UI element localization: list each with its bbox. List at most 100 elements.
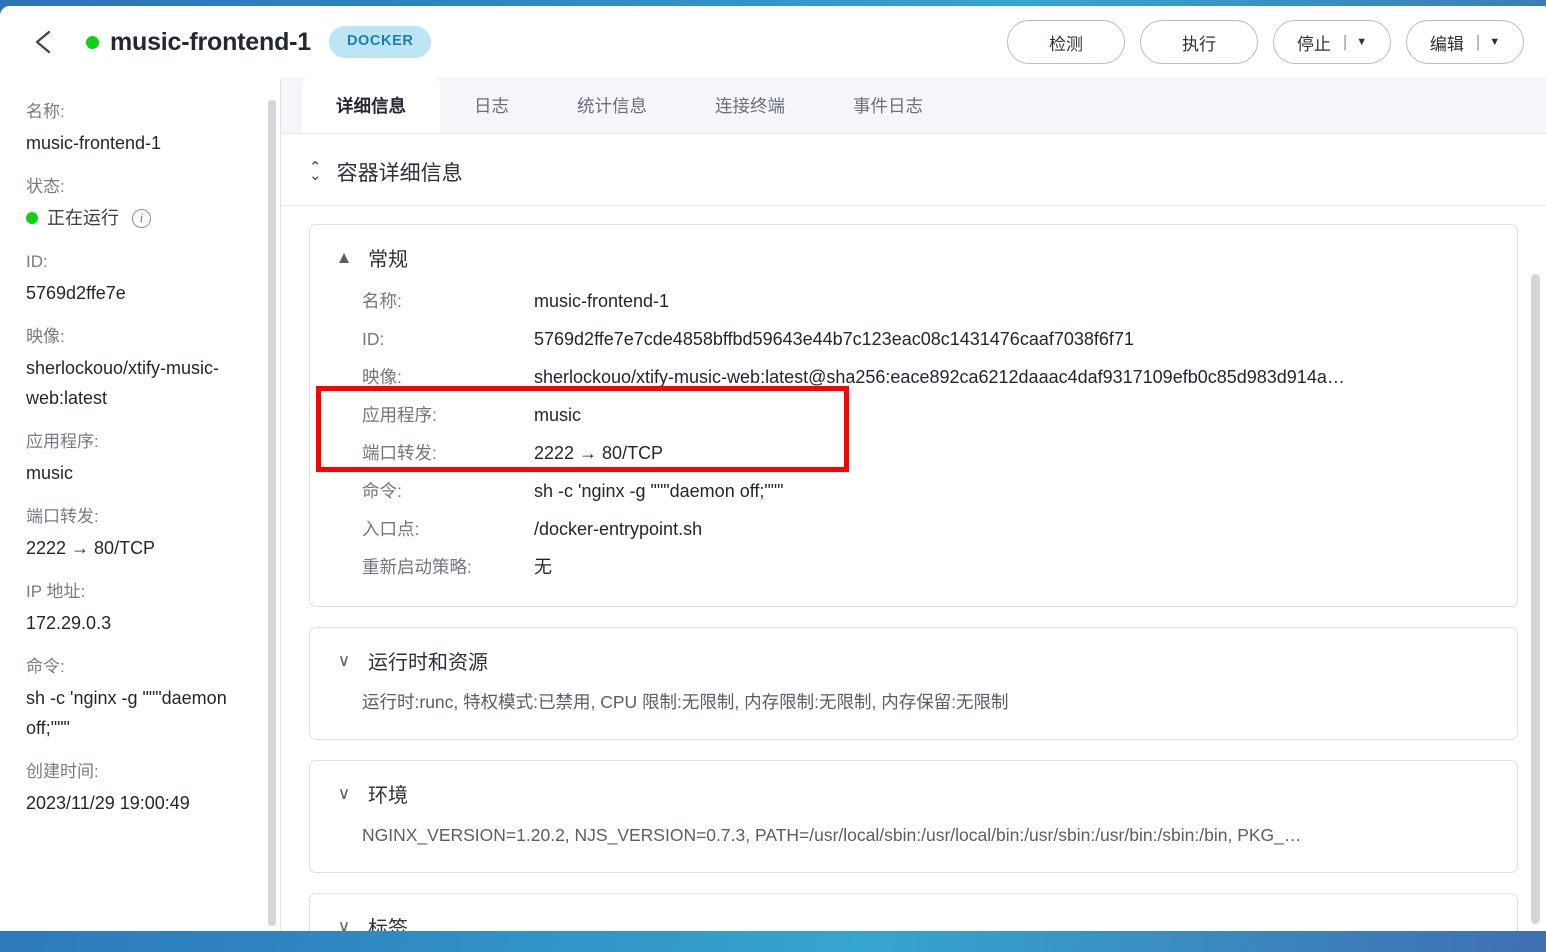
- tab-stats[interactable]: 统计信息: [543, 78, 681, 133]
- card-environment-summary: NGINX_VERSION=1.20.2, NJS_VERSION=0.7.3,…: [362, 825, 1302, 845]
- card-runtime-resources-title: 运行时和资源: [368, 652, 488, 674]
- section-title: 容器详细信息: [336, 162, 463, 185]
- card-list: ▲ 常规 名称: music-frontend-1 ID: 5769d2ffe7…: [281, 206, 1546, 931]
- edit-button-label: 编辑: [1429, 34, 1464, 54]
- content-area: 名称: music-frontend-1 状态: 正在运行 i ID: 5769…: [0, 78, 1546, 931]
- chevron-down-icon[interactable]: ∨: [336, 917, 352, 932]
- sidebar-label-image: 映像:: [26, 327, 65, 346]
- main-panel: 详细信息 日志 统计信息 连接终端 事件日志 ⌃ ⌄ 容器详细信息 ▲ 常规 名…: [281, 78, 1546, 931]
- chevron-left-icon: [35, 30, 51, 54]
- sidebar-label-name: 名称:: [26, 102, 65, 121]
- sidebar-field-id: ID: 5769d2ffe7e: [26, 248, 254, 308]
- page-title: music-frontend-1: [110, 27, 311, 56]
- table-row: 命令: sh -c 'nginx -g """daemon off;""": [362, 472, 1491, 510]
- table-row: 重新启动策略: 无: [362, 548, 1491, 586]
- app-window-background: music-frontend-1 DOCKER 检测 执行 停止 | ▼ 编辑 …: [0, 0, 1546, 952]
- sidebar-scrollbar[interactable]: [268, 100, 276, 926]
- execute-button-label: 执行: [1182, 34, 1216, 54]
- sidebar-label-port: 端口转发:: [26, 507, 99, 526]
- inspect-button-label: 检测: [1049, 34, 1083, 54]
- table-row: 应用程序: music: [362, 396, 1491, 434]
- card-labels-title: 标签: [368, 918, 408, 931]
- main-scrollbar[interactable]: [1531, 274, 1540, 924]
- sidebar-value-name: music-frontend-1: [26, 133, 162, 153]
- tab-logs[interactable]: 日志: [440, 78, 543, 133]
- card-general-title: 常规: [368, 249, 408, 271]
- row-value-id: 5769d2ffe7e7cde4858bffbd59643e44b7c123ea…: [534, 329, 1134, 349]
- info-icon[interactable]: i: [132, 208, 151, 228]
- sidebar-field-port: 端口转发: 2222 → 80/TCP: [26, 503, 254, 563]
- sidebar-field-command: 命令: sh -c 'nginx -g """daemon off;""": [26, 653, 254, 743]
- status-badge-docker: DOCKER: [328, 26, 432, 58]
- details-sidebar: 名称: music-frontend-1 状态: 正在运行 i ID: 5769…: [0, 78, 281, 931]
- table-row: 映像: sherlockouo/xtify-music-web:latest@s…: [362, 358, 1491, 396]
- sidebar-value-image: sherlockouo/xtify-music-web:latest: [26, 358, 220, 408]
- sidebar-value-status: 正在运行 i: [26, 203, 254, 233]
- card-environment-header[interactable]: ∨ 环境: [336, 779, 1491, 808]
- sidebar-status-text: 正在运行: [47, 208, 119, 228]
- sidebar-value-port: 2222 → 80/TCP: [26, 538, 156, 558]
- sidebar-field-status: 状态: 正在运行 i: [26, 173, 254, 233]
- chevron-down-icon[interactable]: ▼: [1489, 36, 1500, 48]
- sidebar-field-image: 映像: sherlockouo/xtify-music-web:latest: [26, 323, 254, 413]
- sidebar-field-created: 创建时间: 2023/11/29 19:00:49: [26, 758, 254, 818]
- tab-console[interactable]: 连接终端: [681, 78, 819, 133]
- table-row: 端口转发: 2222 → 80/TCP: [362, 434, 1491, 472]
- tab-events[interactable]: 事件日志: [819, 78, 957, 133]
- row-value-restart-policy: 无: [534, 557, 552, 577]
- table-row: 入口点: /docker-entrypoint.sh: [362, 510, 1491, 548]
- row-key-image: 映像:: [362, 367, 402, 387]
- sidebar-label-command: 命令:: [26, 657, 65, 676]
- row-value-entrypoint: /docker-entrypoint.sh: [534, 519, 703, 539]
- execute-button[interactable]: 执行: [1140, 20, 1258, 64]
- row-value-image: sherlockouo/xtify-music-web:latest@sha25…: [534, 367, 1345, 387]
- row-value-port: 2222 → 80/TCP: [534, 443, 664, 463]
- tab-details[interactable]: 详细信息: [302, 78, 440, 133]
- inspect-button[interactable]: 检测: [1007, 20, 1125, 64]
- row-value-command: sh -c 'nginx -g """daemon off;""": [534, 481, 784, 501]
- sidebar-value-command: sh -c 'nginx -g """daemon off;""": [26, 688, 227, 738]
- header-status-dot: [86, 35, 99, 49]
- card-runtime-resources-summary: 运行时:runc, 特权模式:已禁用, CPU 限制:无限制, 内存限制:无限制…: [362, 692, 1009, 712]
- row-value-name: music-frontend-1: [534, 291, 670, 311]
- stop-button-label: 停止: [1296, 34, 1331, 54]
- card-general-rows: 名称: music-frontend-1 ID: 5769d2ffe7e7cde…: [336, 282, 1491, 586]
- row-key-id: ID:: [362, 329, 385, 349]
- row-key-entrypoint: 入口点:: [362, 519, 420, 539]
- card-environment-title: 环境: [368, 785, 408, 807]
- row-key-name: 名称:: [362, 291, 402, 311]
- card-general: ▲ 常规 名称: music-frontend-1 ID: 5769d2ffe7…: [309, 224, 1518, 607]
- edit-button-divider: |: [1475, 32, 1481, 51]
- stop-button[interactable]: 停止 | ▼: [1273, 20, 1391, 64]
- sidebar-label-ip: IP 地址:: [26, 582, 86, 601]
- sidebar-field-app: 应用程序: music: [26, 428, 254, 488]
- card-labels: ∨ 标签: [309, 893, 1518, 931]
- edit-button[interactable]: 编辑 | ▼: [1406, 20, 1524, 64]
- chevron-down-icon[interactable]: ∨: [336, 651, 352, 671]
- chevron-down-icon[interactable]: ▼: [1356, 36, 1367, 48]
- sidebar-value-app: music: [26, 463, 74, 483]
- row-key-port: 端口转发:: [362, 443, 437, 463]
- sidebar-value-created: 2023/11/29 19:00:49: [26, 793, 190, 813]
- sidebar-field-name: 名称: music-frontend-1: [26, 98, 254, 158]
- card-runtime-resources: ∨ 运行时和资源 运行时:runc, 特权模式:已禁用, CPU 限制:无限制,…: [309, 627, 1518, 740]
- sidebar-label-id: ID:: [26, 252, 48, 271]
- card-runtime-resources-header[interactable]: ∨ 运行时和资源: [336, 646, 1491, 675]
- sidebar-value-id: 5769d2ffe7e: [26, 283, 126, 303]
- chevron-up-icon[interactable]: ▲: [336, 248, 353, 268]
- page-header: music-frontend-1 DOCKER 检测 执行 停止 | ▼ 编辑 …: [0, 6, 1546, 78]
- chevron-down-icon[interactable]: ∨: [336, 784, 352, 804]
- application-window: music-frontend-1 DOCKER 检测 执行 停止 | ▼ 编辑 …: [0, 6, 1546, 931]
- sidebar-field-list: 名称: music-frontend-1 状态: 正在运行 i ID: 5769…: [0, 78, 280, 818]
- card-general-header[interactable]: ▲ 常规: [336, 243, 1491, 272]
- header-actions: 检测 执行 停止 | ▼ 编辑 | ▼: [1007, 20, 1524, 64]
- row-key-restart-policy: 重新启动策略:: [362, 557, 472, 577]
- sidebar-label-app: 应用程序:: [26, 432, 99, 451]
- sidebar-label-created: 创建时间:: [26, 762, 99, 781]
- row-key-app: 应用程序:: [362, 405, 437, 425]
- back-button[interactable]: [20, 19, 66, 65]
- card-labels-header[interactable]: ∨ 标签: [336, 912, 1491, 932]
- card-environment: ∨ 环境 NGINX_VERSION=1.20.2, NJS_VERSION=0…: [309, 760, 1518, 873]
- sidebar-label-status: 状态:: [26, 177, 65, 196]
- expand-collapse-all-icon[interactable]: ⌃ ⌄: [309, 160, 322, 184]
